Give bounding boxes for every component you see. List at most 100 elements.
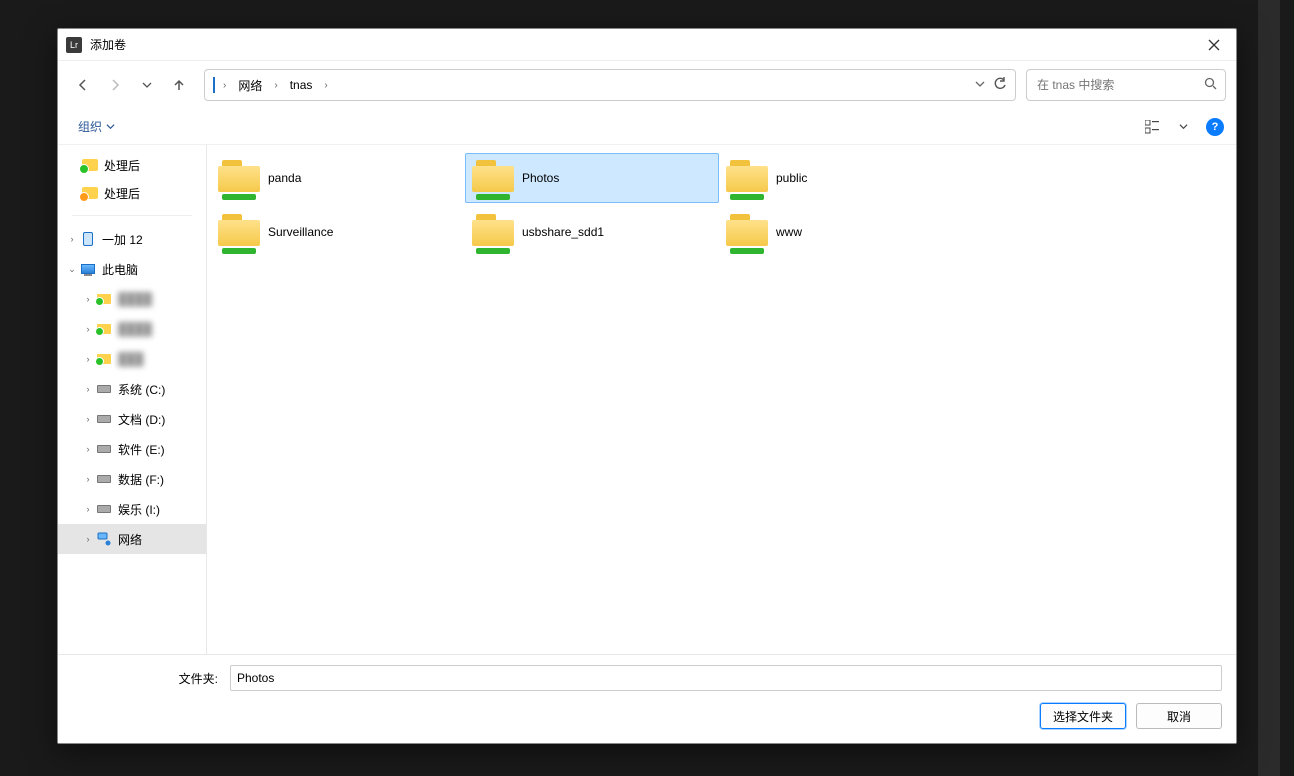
arrow-left-icon [76, 78, 90, 92]
folder-item-label: Photos [522, 171, 559, 185]
view-icon [1145, 120, 1161, 134]
tree-item-label: 此电脑 [102, 261, 138, 278]
tree-item[interactable]: ›娱乐 (I:) [58, 494, 206, 524]
view-options-button[interactable] [1138, 112, 1168, 142]
network-folder-icon [472, 214, 514, 250]
folder-icon [82, 187, 98, 199]
expand-icon[interactable]: › [80, 444, 96, 454]
arrow-right-icon [108, 78, 122, 92]
recent-locations-button[interactable] [132, 70, 162, 100]
tree-item-label: 软件 (E:) [118, 441, 165, 458]
expand-icon[interactable]: › [80, 414, 96, 424]
folder-item[interactable]: public [719, 153, 973, 203]
help-button[interactable]: ? [1206, 118, 1224, 136]
expand-icon[interactable]: › [80, 384, 96, 394]
app-panel-edge [1258, 0, 1280, 776]
chevron-down-icon [1179, 122, 1188, 131]
sidebar-separator [72, 215, 192, 216]
tree-item-label: 文档 (D:) [118, 411, 165, 428]
folder-item[interactable]: Surveillance [211, 207, 465, 257]
address-bar[interactable]: › 网络 › tnas › [204, 69, 1016, 101]
quick-access-label: 处理后 [104, 185, 140, 202]
tree-item[interactable]: › 文档 (D:) [58, 404, 206, 434]
breadcrumb-separator-icon: › [270, 80, 281, 91]
dialog-body: 处理后处理后 ›一加 12⌄此电脑›████›████›███›系统 (C:)›… [58, 145, 1236, 654]
forward-button[interactable] [100, 70, 130, 100]
folder-name-input[interactable] [230, 665, 1222, 691]
search-icon [1204, 77, 1217, 93]
folder-icon [96, 351, 112, 367]
tree-item[interactable]: ›系统 (C:) [58, 374, 206, 404]
chevron-down-icon [975, 79, 985, 89]
network-folder-icon [218, 160, 260, 196]
tree-item[interactable]: ⌄ 此电脑 [58, 254, 206, 284]
tree-item-label: ████ [118, 322, 152, 336]
tree-item-label: 一加 12 [102, 231, 143, 248]
folder-item-label: public [776, 171, 807, 185]
navigation-pane[interactable]: 处理后处理后 ›一加 12⌄此电脑›████›████›███›系统 (C:)›… [58, 145, 207, 654]
expand-icon[interactable]: › [80, 294, 96, 304]
view-dropdown-button[interactable] [1168, 112, 1198, 142]
search-input[interactable] [1035, 77, 1200, 93]
up-button[interactable] [164, 70, 194, 100]
close-button[interactable] [1200, 31, 1228, 59]
expand-icon[interactable]: › [80, 474, 96, 484]
refresh-button[interactable] [993, 77, 1007, 94]
folder-icon [96, 291, 112, 307]
network-icon [96, 531, 112, 547]
cancel-button[interactable]: 取消 [1136, 703, 1222, 729]
organize-label: 组织 [78, 118, 102, 135]
folder-item-label: usbshare_sdd1 [522, 225, 604, 239]
folder-item[interactable]: panda [211, 153, 465, 203]
tree-item[interactable]: › 一加 12 [58, 224, 206, 254]
address-dropdown-button[interactable] [975, 78, 985, 92]
breadcrumb-tnas[interactable]: tnas [286, 76, 317, 94]
breadcrumb-network[interactable]: 网络 [234, 75, 266, 96]
folder-content-pane[interactable]: panda Photos public Surveillance usbshare_sd… [207, 145, 1236, 654]
expand-icon[interactable]: › [80, 354, 96, 364]
folder-label: 文件夹: [72, 670, 222, 687]
expand-icon[interactable]: › [80, 504, 96, 514]
network-folder-icon [726, 160, 768, 196]
expand-icon[interactable]: › [64, 234, 80, 244]
drive-icon [96, 441, 112, 457]
tree-item[interactable]: › 数据 (F:) [58, 464, 206, 494]
window-title: 添加卷 [90, 36, 1200, 53]
network-folder-icon [472, 160, 514, 196]
phone-icon [80, 231, 96, 247]
tree-item-label: 数据 (F:) [118, 471, 164, 488]
folder-item[interactable]: www [719, 207, 973, 257]
quick-access-item[interactable]: 处理后 [58, 179, 206, 207]
expand-icon[interactable]: › [80, 534, 96, 544]
network-folder-icon [218, 214, 260, 250]
expand-icon[interactable]: ⌄ [64, 264, 80, 275]
folder-picker-dialog: Lr 添加卷 › 网络 › tnas › [57, 28, 1237, 744]
tree-item[interactable]: › ████ [58, 314, 206, 344]
folder-item[interactable]: Photos [465, 153, 719, 203]
tree-item[interactable]: › 软件 (E:) [58, 434, 206, 464]
folder-item-label: www [776, 225, 802, 239]
dialog-footer: 文件夹: 选择文件夹 取消 [58, 654, 1236, 743]
quick-access-item[interactable]: 处理后 [58, 151, 206, 179]
tree-item-label: ████ [118, 292, 152, 306]
organize-button[interactable]: 组织 [70, 114, 123, 139]
tree-item[interactable]: ›███ [58, 344, 206, 374]
drive-icon [96, 411, 112, 427]
select-folder-button[interactable]: 选择文件夹 [1040, 703, 1126, 729]
tree-item[interactable]: ›网络 [58, 524, 206, 554]
tree-item[interactable]: › ████ [58, 284, 206, 314]
back-button[interactable] [68, 70, 98, 100]
folder-item-label: panda [268, 171, 301, 185]
expand-icon[interactable]: › [80, 324, 96, 334]
arrow-up-icon [172, 78, 186, 92]
folder-item-label: Surveillance [268, 225, 333, 239]
search-box[interactable] [1026, 69, 1226, 101]
drive-icon [96, 381, 112, 397]
folder-item[interactable]: usbshare_sdd1 [465, 207, 719, 257]
nav-row: › 网络 › tnas › [58, 61, 1236, 109]
title-bar: Lr 添加卷 [58, 29, 1236, 61]
toolbar: 组织 ? [58, 109, 1236, 145]
refresh-icon [993, 77, 1007, 91]
chevron-down-icon [142, 80, 152, 90]
drive-icon [96, 471, 112, 487]
